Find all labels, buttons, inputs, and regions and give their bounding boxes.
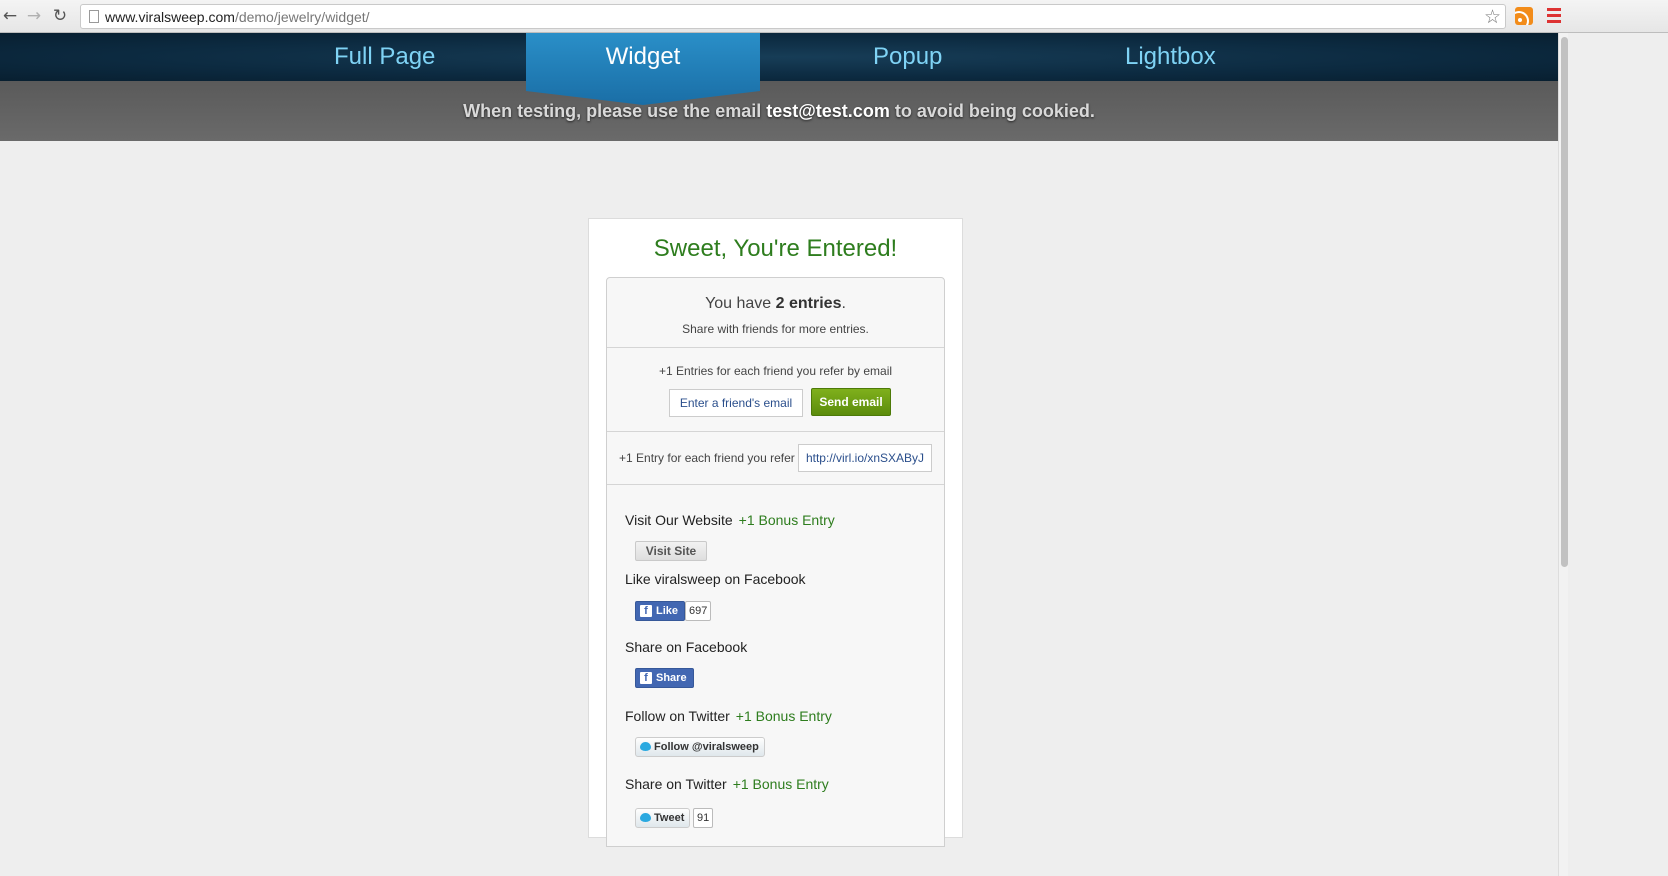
- nav-widget-active[interactable]: Widget: [526, 33, 760, 105]
- testing-banner: When testing, please use the email test@…: [0, 81, 1558, 141]
- widget-title: Sweet, You're Entered!: [653, 235, 898, 262]
- like-label: Like: [656, 605, 679, 617]
- friend-email-input[interactable]: Enter a friend's email: [669, 389, 803, 417]
- entries-count: 2 entries: [775, 295, 842, 312]
- url-host: www.viralsweep.com: [105, 9, 235, 25]
- facebook-icon: f: [640, 672, 652, 684]
- banner-email: test@test.com: [766, 101, 890, 121]
- banner-text: When testing, please use the email test@…: [0, 101, 1558, 122]
- share-label: Share: [656, 672, 687, 684]
- nav-lightbox[interactable]: Lightbox: [1125, 43, 1216, 71]
- nav-popup[interactable]: Popup: [873, 43, 942, 71]
- scrollbar-thumb[interactable]: [1561, 37, 1568, 567]
- follow-label: Follow @viralsweep: [654, 741, 759, 753]
- entries-prefix: You have: [705, 295, 776, 312]
- refer-link-section: +1 Entry for each friend you refer http:…: [607, 432, 944, 485]
- twitter-follow-button[interactable]: Follow @viralsweep: [635, 737, 765, 757]
- site-nav: Full Page Popup Lightbox: [0, 33, 1558, 81]
- entry-widget: Sweet, You're Entered! You have 2 entrie…: [588, 218, 963, 847]
- twitter-bird-icon: [640, 813, 651, 822]
- page-icon: [89, 10, 99, 23]
- page-scrollbar[interactable]: [1558, 33, 1568, 876]
- browser-toolbar: ← → ↻ www.viralsweep.com/demo/jewelry/wi…: [0, 0, 1668, 33]
- send-email-button[interactable]: Send email: [811, 388, 891, 416]
- action-follow-twitter: Follow on Twitter +1 Bonus Entry: [625, 708, 832, 724]
- facebook-like-button[interactable]: f Like: [635, 601, 686, 621]
- tweet-count: 91: [693, 808, 714, 828]
- action-share-facebook: Share on Facebook: [625, 639, 747, 655]
- refer-email-label: +1 Entries for each friend you refer by …: [658, 364, 893, 378]
- bonus-entry-label: +1 Bonus Entry: [738, 512, 835, 528]
- banner-suffix: to avoid being cookied.: [889, 101, 1095, 121]
- twitter-bird-icon: [640, 742, 651, 751]
- menu-icon[interactable]: [1547, 8, 1561, 24]
- bookmark-star-icon[interactable]: ☆: [1484, 6, 1501, 28]
- entries-section: You have 2 entries. Share with friends f…: [607, 278, 944, 348]
- back-icon[interactable]: ←: [0, 6, 20, 26]
- bonus-entry-label: +1 Bonus Entry: [735, 708, 832, 724]
- action-label: Follow on Twitter: [625, 708, 730, 724]
- entries-suffix: .: [841, 295, 846, 312]
- share-hint: Share with friends for more entries.: [682, 322, 869, 336]
- action-like-facebook: Like viralsweep on Facebook: [625, 571, 806, 587]
- widget-panel: You have 2 entries. Share with friends f…: [606, 277, 945, 847]
- facebook-icon: f: [640, 605, 652, 617]
- action-visit-website: Visit Our Website +1 Bonus Entry: [625, 512, 835, 528]
- tweet-button[interactable]: Tweet: [635, 808, 691, 828]
- action-share-twitter: Share on Twitter +1 Bonus Entry: [625, 776, 829, 792]
- bonus-entry-label: +1 Bonus Entry: [732, 776, 829, 792]
- nav-widget-label: Widget: [605, 43, 681, 70]
- url-text: www.viralsweep.com/demo/jewelry/widget/: [105, 9, 370, 25]
- refer-link-field[interactable]: http://virl.io/xnSXAByJ: [798, 444, 932, 472]
- nav-full-page[interactable]: Full Page: [334, 43, 435, 71]
- refer-email-section: +1 Entries for each friend you refer by …: [607, 348, 944, 432]
- address-bar[interactable]: www.viralsweep.com/demo/jewelry/widget/ …: [80, 4, 1506, 29]
- url-path: /demo/jewelry/widget/: [234, 9, 370, 25]
- visit-site-button[interactable]: Visit Site: [635, 541, 707, 561]
- action-label: Share on Twitter: [625, 776, 727, 792]
- entries-count-text: You have 2 entries.: [607, 295, 944, 313]
- action-label: Like viralsweep on Facebook: [625, 571, 806, 587]
- reload-icon[interactable]: ↻: [50, 6, 70, 26]
- tweet-label: Tweet: [654, 812, 685, 824]
- facebook-share-button[interactable]: f Share: [635, 668, 694, 688]
- forward-icon[interactable]: →: [24, 6, 44, 26]
- action-label: Share on Facebook: [625, 639, 748, 655]
- action-label: Visit Our Website: [625, 512, 733, 528]
- rss-icon[interactable]: [1515, 7, 1533, 25]
- like-count: 697: [685, 601, 712, 621]
- refer-link-label: +1 Entry for each friend you refer: [619, 451, 795, 465]
